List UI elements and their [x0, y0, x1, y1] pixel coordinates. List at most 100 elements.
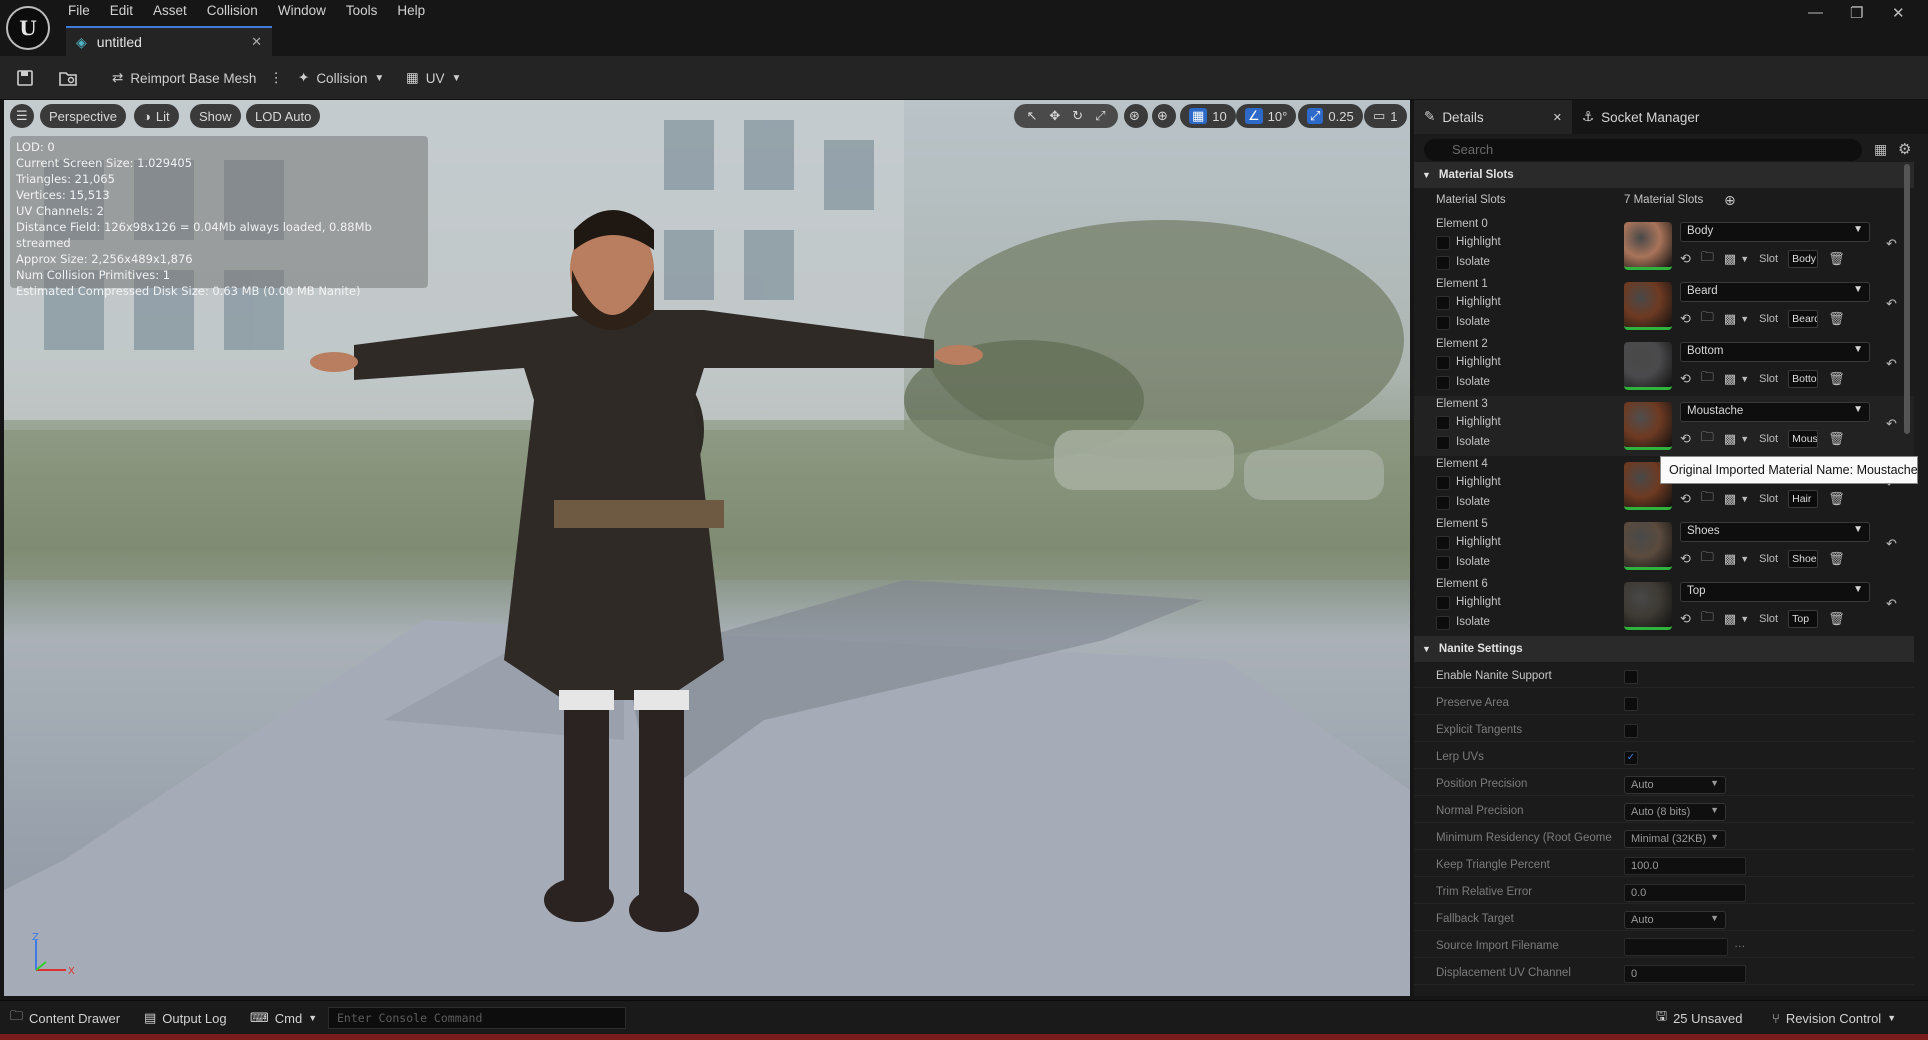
tab-details[interactable]: ✎ Details ✕	[1414, 100, 1572, 134]
use-selected-icon[interactable]: ⟲	[1680, 371, 1691, 387]
delete-icon[interactable]: 🗑	[1828, 371, 1845, 387]
minimum-residency-dropdown[interactable]: Minimal (32KB) ▼	[1624, 830, 1726, 848]
search-input[interactable]: Search	[1424, 139, 1862, 161]
highlight-checkbox[interactable]	[1436, 236, 1450, 250]
browse-asset-icon[interactable]: 🗀	[1701, 488, 1714, 510]
slot-name-input[interactable]: Shoes	[1788, 550, 1819, 568]
use-selected-icon[interactable]: ⟲	[1680, 551, 1691, 567]
restore-button[interactable]: ❐	[1850, 4, 1863, 22]
uv-dropdown[interactable]: ▦ UV ▼	[406, 56, 461, 100]
reset-to-default-icon[interactable]: ↶	[1886, 356, 1897, 372]
reset-to-default-icon[interactable]: ↶	[1886, 416, 1897, 432]
settings-gear-icon[interactable]: ⚙	[1898, 140, 1911, 158]
keep-triangle-input[interactable]: 100.0	[1624, 857, 1746, 875]
material-thumbnail[interactable]	[1624, 582, 1672, 630]
isolate-checkbox[interactable]	[1436, 256, 1450, 270]
material-options-icon[interactable]: ▩	[1724, 551, 1736, 567]
minimize-button[interactable]: —	[1808, 4, 1823, 21]
perspective-button[interactable]: Perspective	[40, 104, 126, 128]
delete-icon[interactable]: 🗑	[1828, 611, 1845, 627]
menu-asset[interactable]: Asset	[143, 0, 197, 24]
highlight-checkbox[interactable]	[1436, 356, 1450, 370]
menu-collision[interactable]: Collision	[197, 0, 268, 24]
enable-nanite-checkbox[interactable]	[1624, 670, 1638, 684]
slot-name-input[interactable]: Hair	[1788, 490, 1819, 508]
save-icon[interactable]	[16, 56, 34, 100]
material-dropdown[interactable]: Bottom ▼	[1680, 342, 1870, 362]
chevron-down-icon[interactable]: ▼	[1740, 614, 1749, 624]
slot-name-input[interactable]: Beard	[1788, 310, 1819, 328]
material-options-icon[interactable]: ▩	[1724, 311, 1736, 327]
close-tab-icon[interactable]: ✕	[251, 34, 262, 50]
trim-error-input[interactable]: 0.0	[1624, 884, 1746, 902]
browse-asset-icon[interactable]	[58, 56, 78, 100]
unreal-logo-icon[interactable]: U	[6, 6, 50, 50]
reset-to-default-icon[interactable]: ↶	[1886, 296, 1897, 312]
output-log-button[interactable]: ▤ Output Log	[144, 1001, 227, 1035]
surface-snap-icon[interactable]: ⊕	[1152, 104, 1176, 128]
isolate-checkbox[interactable]	[1436, 616, 1450, 630]
more-options-icon[interactable]: ⋮	[269, 70, 283, 86]
browse-asset-icon[interactable]: 🗀	[1701, 548, 1714, 570]
viewport-menu-icon[interactable]: ☰	[10, 104, 34, 128]
material-thumbnail[interactable]	[1624, 342, 1672, 390]
rotate-icon[interactable]: ↻	[1072, 108, 1083, 124]
material-thumbnail[interactable]	[1624, 402, 1672, 450]
material-dropdown[interactable]: Top ▼	[1680, 582, 1870, 602]
menu-help[interactable]: Help	[387, 0, 435, 24]
material-thumbnail[interactable]	[1624, 282, 1672, 330]
angle-snap-button[interactable]: ∠ 10°	[1236, 104, 1297, 128]
lit-button[interactable]: ◑ Lit	[134, 104, 179, 128]
chevron-down-icon[interactable]: ▼	[1740, 254, 1749, 264]
move-icon[interactable]: ✥	[1049, 108, 1060, 124]
use-selected-icon[interactable]: ⟲	[1680, 431, 1691, 447]
close-tab-icon[interactable]: ✕	[1553, 111, 1562, 124]
highlight-checkbox[interactable]	[1436, 536, 1450, 550]
delete-icon[interactable]: 🗑	[1828, 251, 1845, 267]
normal-precision-dropdown[interactable]: Auto (8 bits) ▼	[1624, 803, 1726, 821]
highlight-checkbox[interactable]	[1436, 416, 1450, 430]
preserve-area-checkbox[interactable]	[1624, 697, 1638, 711]
chevron-down-icon[interactable]: ▼	[1740, 494, 1749, 504]
table-view-icon[interactable]: ▦	[1874, 141, 1887, 158]
chevron-down-icon[interactable]: ▼	[1740, 434, 1749, 444]
content-drawer-button[interactable]: 🗀 Content Drawer	[10, 1001, 120, 1035]
material-dropdown[interactable]: Moustache ▼	[1680, 402, 1870, 422]
close-window-button[interactable]: ✕	[1892, 4, 1905, 22]
reset-to-default-icon[interactable]: ↶	[1886, 236, 1897, 252]
browse-asset-icon[interactable]: 🗀	[1701, 428, 1714, 450]
console-input[interactable]: Enter Console Command	[328, 1007, 626, 1029]
chevron-down-icon[interactable]: ▼	[1740, 314, 1749, 324]
menu-edit[interactable]: Edit	[100, 0, 143, 24]
use-selected-icon[interactable]: ⟲	[1680, 611, 1691, 627]
lod-button[interactable]: LOD Auto	[246, 104, 321, 128]
browse-asset-icon[interactable]: 🗀	[1701, 308, 1714, 330]
menu-tools[interactable]: Tools	[336, 0, 388, 24]
isolate-checkbox[interactable]	[1436, 496, 1450, 510]
revision-control-button[interactable]: ⑂ Revision Control ▼	[1772, 1001, 1896, 1035]
material-options-icon[interactable]: ▩	[1724, 491, 1736, 507]
explicit-tangents-checkbox[interactable]	[1624, 724, 1638, 738]
material-options-icon[interactable]: ▩	[1724, 431, 1736, 447]
chevron-down-icon[interactable]: ▼	[1740, 374, 1749, 384]
reset-to-default-icon[interactable]: ↶	[1886, 536, 1897, 552]
grid-snap-button[interactable]: ▦ 10	[1180, 104, 1236, 128]
reimport-base-mesh-button[interactable]: ⇄ Reimport Base Mesh ⋮	[112, 56, 283, 100]
details-scrollbar[interactable]	[1904, 164, 1910, 434]
collision-dropdown[interactable]: ✦ Collision ▼	[298, 56, 384, 100]
material-dropdown[interactable]: Body ▼	[1680, 222, 1870, 242]
highlight-checkbox[interactable]	[1436, 476, 1450, 490]
browse-asset-icon[interactable]: 🗀	[1701, 368, 1714, 390]
show-button[interactable]: Show	[190, 104, 241, 128]
isolate-checkbox[interactable]	[1436, 556, 1450, 570]
slot-name-input[interactable]: Top	[1788, 610, 1819, 628]
use-selected-icon[interactable]: ⟲	[1680, 251, 1691, 267]
material-thumbnail[interactable]	[1624, 522, 1672, 570]
slot-name-input[interactable]: Bottom	[1788, 370, 1819, 388]
material-dropdown[interactable]: Shoes ▼	[1680, 522, 1870, 542]
material-slots-category[interactable]: ▼ Material Slots	[1414, 162, 1914, 188]
material-options-icon[interactable]: ▩	[1724, 611, 1736, 627]
select-icon[interactable]: ↖	[1026, 108, 1037, 124]
reset-to-default-icon[interactable]: ↶	[1886, 596, 1897, 612]
lerp-uvs-checkbox-checked[interactable]: ✓	[1624, 751, 1638, 765]
